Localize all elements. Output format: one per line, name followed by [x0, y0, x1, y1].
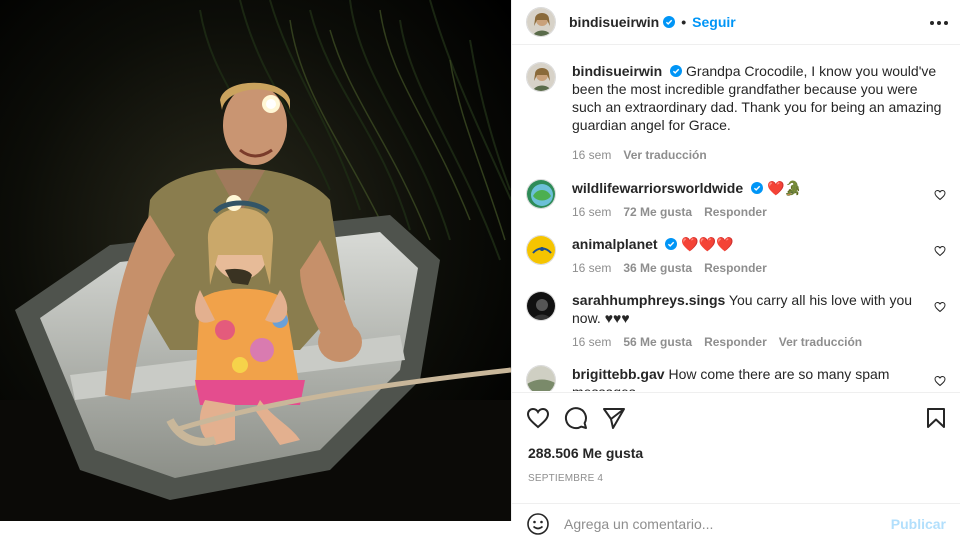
- publish-button[interactable]: Publicar: [891, 516, 946, 532]
- post-actions: 288.506 Me gusta SEPTIEMBRE 4: [512, 392, 960, 484]
- caption: bindisueirwin Grandpa Crocodile, I know …: [526, 62, 946, 162]
- comment-item: sarahhumphreys.sings You carry all his l…: [526, 291, 946, 349]
- comment-text: ❤️❤️❤️: [681, 236, 734, 252]
- commenter-avatar[interactable]: [526, 291, 556, 321]
- commenter-username[interactable]: sarahhumphreys.sings: [572, 292, 725, 308]
- photo-illustration: [0, 0, 511, 521]
- more-options-icon[interactable]: [930, 14, 948, 32]
- like-heart-icon[interactable]: [526, 406, 550, 430]
- comment-input[interactable]: [564, 515, 864, 532]
- verified-badge-icon: [665, 238, 678, 250]
- save-bookmark-icon[interactable]: [924, 406, 948, 430]
- reply-button[interactable]: Responder: [704, 205, 767, 219]
- caption-time[interactable]: 16 sem: [572, 148, 611, 162]
- comments-list[interactable]: bindisueirwin Grandpa Crocodile, I know …: [512, 46, 960, 391]
- comment-item: brigittebb.gav How come there are so man…: [526, 365, 946, 391]
- like-comment-heart-icon[interactable]: [934, 301, 946, 313]
- post-date[interactable]: SEPTIEMBRE 4: [512, 473, 960, 484]
- commenter-username[interactable]: animalplanet: [572, 236, 658, 252]
- verified-badge-icon: [751, 182, 764, 194]
- commenter-avatar[interactable]: [526, 179, 556, 209]
- comment-time[interactable]: 16 sem: [572, 261, 611, 275]
- reply-button[interactable]: Responder: [704, 335, 767, 349]
- share-paper-plane-icon[interactable]: [602, 406, 626, 430]
- author-username[interactable]: bindisueirwin: [569, 14, 659, 30]
- verified-badge-icon: [670, 65, 683, 77]
- comment-item: animalplanet ❤️❤️❤️ 16 sem 36 Me gusta R…: [526, 235, 946, 275]
- comment-time[interactable]: 16 sem: [572, 205, 611, 219]
- post-dialog: bindisueirwin • Seguir bindisueirwin Gra…: [0, 0, 960, 535]
- comment-bubble-icon[interactable]: [564, 406, 588, 430]
- separator-dot: •: [681, 14, 687, 30]
- verified-badge-icon: [663, 16, 676, 28]
- commenter-avatar[interactable]: [526, 365, 556, 391]
- commenter-username[interactable]: brigittebb.gav: [572, 366, 665, 382]
- comment-text: ❤️🐊: [766, 180, 802, 196]
- translate-link[interactable]: Ver traducción: [779, 335, 862, 349]
- comment-likes[interactable]: 56 Me gusta: [623, 335, 692, 349]
- post-side-panel: bindisueirwin • Seguir bindisueirwin Gra…: [511, 0, 960, 535]
- like-comment-heart-icon[interactable]: [934, 189, 946, 201]
- reply-button[interactable]: Responder: [704, 261, 767, 275]
- author-avatar[interactable]: [526, 7, 556, 37]
- follow-button[interactable]: Seguir: [692, 14, 736, 30]
- like-count[interactable]: 288.506 Me gusta: [512, 445, 960, 461]
- comment-likes[interactable]: 36 Me gusta: [623, 261, 692, 275]
- like-comment-heart-icon[interactable]: [934, 245, 946, 257]
- add-comment-bar: Publicar: [512, 503, 960, 543]
- like-comment-heart-icon[interactable]: [934, 375, 946, 387]
- caption-author[interactable]: bindisueirwin: [572, 63, 662, 79]
- author-avatar[interactable]: [526, 62, 556, 92]
- comment-time[interactable]: 16 sem: [572, 335, 611, 349]
- post-header: bindisueirwin • Seguir: [512, 0, 960, 45]
- commenter-avatar[interactable]: [526, 235, 556, 265]
- post-photo[interactable]: [0, 0, 511, 521]
- commenter-username[interactable]: wildlifewarriorsworldwide: [572, 180, 743, 196]
- emoji-smiley-icon[interactable]: [526, 512, 550, 536]
- comment-item: wildlifewarriorsworldwide ❤️🐊 16 sem 72 …: [526, 179, 946, 219]
- translate-link[interactable]: Ver traducción: [623, 148, 706, 162]
- comment-likes[interactable]: 72 Me gusta: [623, 205, 692, 219]
